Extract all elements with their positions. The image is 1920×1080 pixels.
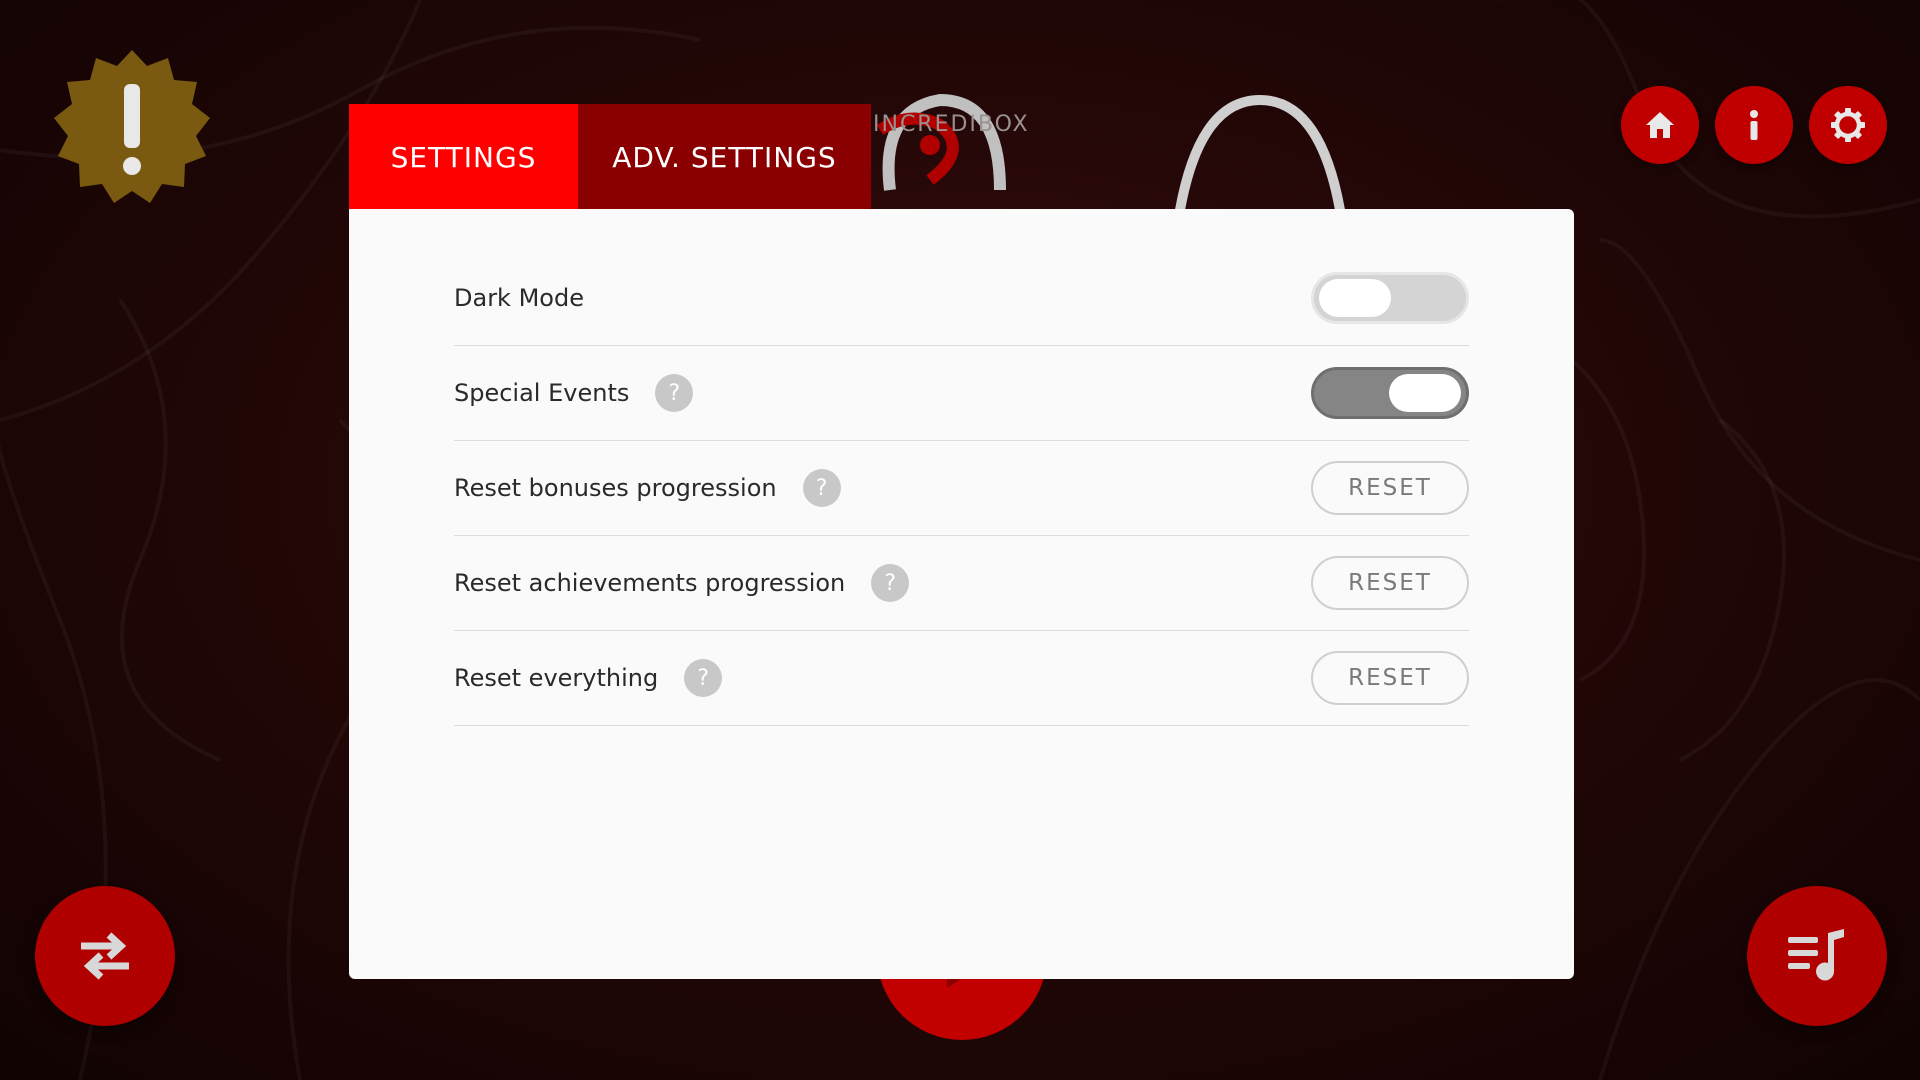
dark-mode-toggle[interactable] bbox=[1311, 272, 1469, 324]
info-button[interactable] bbox=[1715, 86, 1793, 164]
setting-label: Reset achievements progression bbox=[454, 569, 846, 597]
settings-panel: Dark Mode Special Events ? Reset bonuses… bbox=[349, 209, 1574, 979]
playlist-music-icon bbox=[1788, 929, 1844, 981]
setting-row-reset-achievements: Reset achievements progression ? RESET bbox=[454, 536, 1469, 631]
special-events-toggle[interactable] bbox=[1311, 367, 1469, 419]
exclamation-icon bbox=[123, 84, 141, 175]
alert-badge[interactable] bbox=[52, 48, 212, 208]
reset-everything-button[interactable]: RESET bbox=[1311, 651, 1469, 705]
info-icon bbox=[1750, 110, 1758, 140]
help-icon[interactable]: ? bbox=[871, 564, 910, 602]
help-icon[interactable]: ? bbox=[802, 469, 841, 507]
background-logo-text: INCREDIBOX bbox=[873, 112, 1030, 137]
setting-label: Dark Mode bbox=[454, 284, 584, 312]
help-icon[interactable]: ? bbox=[684, 659, 723, 697]
playlist-button[interactable] bbox=[1747, 886, 1887, 1026]
swap-button[interactable] bbox=[35, 886, 175, 1026]
tab-settings[interactable]: SETTINGS bbox=[349, 104, 578, 210]
settings-tabs: SETTINGS ADV. SETTINGS bbox=[349, 104, 871, 210]
setting-label: Reset bonuses progression bbox=[454, 474, 777, 502]
gear-icon bbox=[1831, 108, 1865, 142]
reset-achievements-button[interactable]: RESET bbox=[1311, 556, 1469, 610]
toggle-knob bbox=[1319, 279, 1391, 317]
setting-label: Reset everything bbox=[454, 664, 659, 692]
setting-row-reset-everything: Reset everything ? RESET bbox=[454, 631, 1469, 726]
setting-label: Special Events bbox=[454, 379, 630, 407]
setting-row-reset-bonuses: Reset bonuses progression ? RESET bbox=[454, 441, 1469, 536]
help-icon[interactable]: ? bbox=[655, 374, 694, 412]
settings-list: Dark Mode Special Events ? Reset bonuses… bbox=[454, 251, 1469, 726]
toggle-knob bbox=[1389, 374, 1461, 412]
swap-arrows-icon bbox=[81, 932, 129, 980]
home-button[interactable] bbox=[1621, 86, 1699, 164]
settings-button[interactable] bbox=[1809, 86, 1887, 164]
setting-row-special-events: Special Events ? bbox=[454, 346, 1469, 441]
reset-bonuses-button[interactable]: RESET bbox=[1311, 461, 1469, 515]
tab-adv-settings[interactable]: ADV. SETTINGS bbox=[578, 104, 871, 210]
setting-row-dark-mode: Dark Mode bbox=[454, 251, 1469, 346]
home-icon bbox=[1646, 112, 1674, 138]
